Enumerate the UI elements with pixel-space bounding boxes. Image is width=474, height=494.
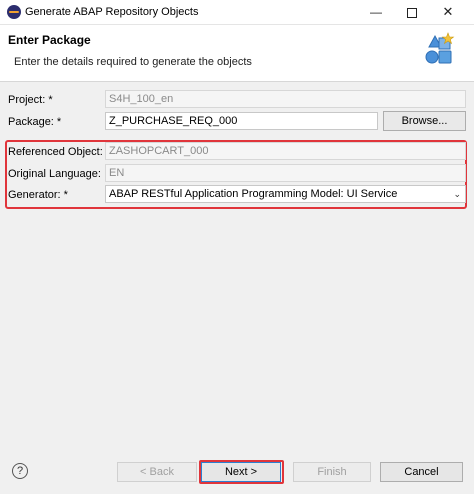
package-label: Package: * [8,116,62,128]
help-icon[interactable]: ? [12,463,28,479]
browse-button[interactable]: Browse... [383,111,466,131]
chevron-down-icon: ⌄ [453,189,461,199]
page-title: Enter Package [8,33,91,47]
original-language-field[interactable]: EN [105,164,466,182]
project-field[interactable]: S4H_100_en [105,90,466,108]
wizard-banner: Enter Package Enter the details required… [0,25,474,82]
maximize-button[interactable] [394,0,430,24]
wizard-shapes-icon [425,32,455,64]
original-language-label: Original Language: [8,168,101,180]
close-button[interactable]: ✕ [430,0,466,24]
button-bar: ? < Back Next > Finish Cancel [0,448,474,494]
title-bar: Generate ABAP Repository Objects — ✕ [0,0,474,25]
minimize-button[interactable]: — [358,0,394,24]
referenced-object-field[interactable]: ZASHOPCART_000 [105,142,466,160]
generator-value: ABAP RESTful Application Programming Mod… [109,188,398,200]
page-subtitle: Enter the details required to generate t… [14,56,252,68]
project-label: Project: * [8,94,53,106]
window-title: Generate ABAP Repository Objects [25,6,199,18]
back-button[interactable]: < Back [117,462,197,482]
generator-select[interactable]: ABAP RESTful Application Programming Mod… [105,185,466,203]
package-field[interactable]: Z_PURCHASE_REQ_000 [105,112,378,130]
finish-button[interactable]: Finish [293,462,371,482]
next-button[interactable]: Next > [201,462,281,482]
cancel-button[interactable]: Cancel [380,462,463,482]
referenced-object-label: Referenced Object: * [8,146,111,158]
maximize-icon [407,7,417,18]
generator-label: Generator: * [8,189,68,201]
eclipse-app-icon [7,5,21,19]
